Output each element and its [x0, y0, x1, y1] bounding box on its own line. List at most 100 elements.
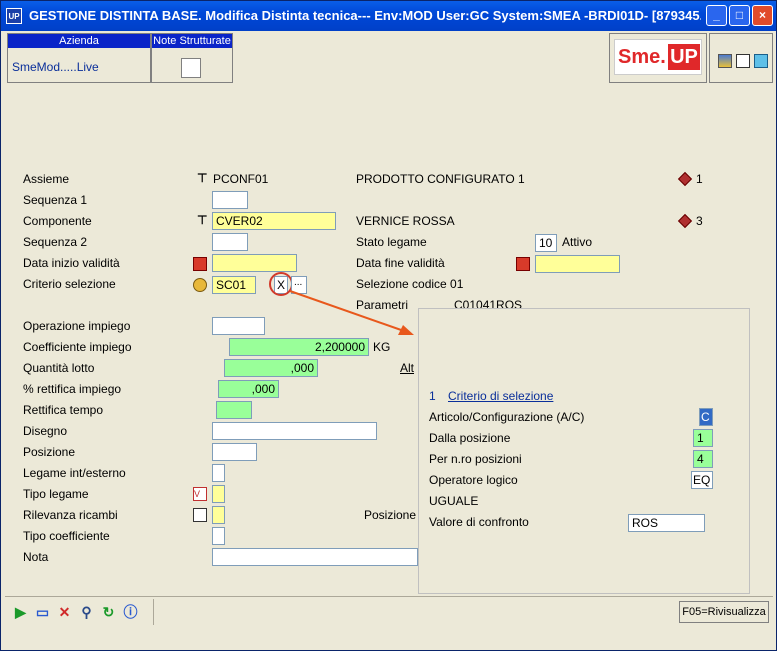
info-icon[interactable]: ⓘ: [121, 602, 140, 622]
popup-title-number: 1: [429, 389, 436, 403]
smeup-logo: Sme. UP: [614, 39, 702, 75]
data-inizio-label: Data inizio validità: [23, 256, 120, 270]
componente-description: VERNICE ROSSA: [356, 214, 455, 228]
app-icon[interactable]: UP: [6, 8, 22, 24]
stato-legame-label: Stato legame: [356, 235, 427, 249]
f05-button[interactable]: F05=Rivisualizza: [679, 601, 769, 623]
tipo-legame-label: Tipo legame: [23, 487, 89, 501]
status-divider: [153, 599, 154, 625]
tipo-coeff-label: Tipo coefficiente: [23, 529, 110, 543]
rettifica-tempo-input[interactable]: [216, 401, 252, 419]
rettifica-label: % rettifica impiego: [23, 382, 122, 396]
qta-lotto-input[interactable]: ,000: [224, 359, 318, 377]
posizione2-label: Posizione: [364, 508, 417, 522]
articolo-label: Articolo/Configurazione (A/C): [429, 410, 585, 424]
refresh-icon[interactable]: ↻: [99, 602, 118, 622]
data-fine-input[interactable]: [535, 255, 620, 273]
search-icon[interactable]: ⚲: [77, 602, 96, 622]
tools-panel: [709, 33, 773, 83]
calendar-icon[interactable]: [516, 257, 530, 271]
stato-legame-text: Attivo: [562, 235, 593, 249]
book-icon[interactable]: [754, 54, 768, 68]
pin-icon: ⊤: [197, 213, 208, 227]
title-bar[interactable]: UP GESTIONE DISTINTA BASE. Modifica Dist…: [1, 1, 776, 31]
popup-title-link[interactable]: Criterio di selezione: [448, 389, 553, 403]
disegno-input[interactable]: [212, 422, 377, 440]
disegno-label: Disegno: [23, 424, 68, 438]
logo-text-a: Sme.: [618, 46, 666, 68]
assieme-code: PCONF01: [213, 172, 269, 186]
play-icon[interactable]: ▶: [11, 602, 30, 622]
data-inizio-input[interactable]: [212, 254, 297, 272]
coeff-unit: KG: [373, 340, 391, 354]
azienda-value: SmeMod.....Live: [12, 60, 99, 74]
note-label: Note Strutturate: [152, 34, 232, 48]
criterio-label: Criterio selezione: [23, 277, 116, 291]
header-bar: Azienda SmeMod.....Live Note Strutturate…: [5, 32, 773, 85]
logo-panel: Sme. UP: [609, 33, 707, 83]
tipo-coeff-input[interactable]: [212, 527, 225, 545]
componente-qty: 3: [696, 214, 703, 228]
componente-input[interactable]: CVER02: [212, 212, 336, 230]
cube-icon[interactable]: [677, 213, 693, 229]
annotation-arrow: [289, 290, 414, 335]
dalla-label: Dalla posizione: [429, 431, 511, 445]
tipo-legame-input[interactable]: [212, 485, 225, 503]
delete-icon[interactable]: ✕: [55, 602, 74, 622]
stato-legame-input[interactable]: 10: [535, 234, 557, 252]
assieme-label: Assieme: [23, 172, 70, 186]
operazione-input[interactable]: [212, 317, 265, 335]
legame-label: Legame int/esterno: [23, 466, 126, 480]
rilevanza-label: Rilevanza ricambi: [23, 508, 118, 522]
qta-lotto-label: Quantità lotto: [23, 361, 95, 375]
monitor-icon[interactable]: [718, 54, 732, 68]
sequenza1-input[interactable]: [212, 191, 248, 209]
dalla-input[interactable]: 1: [693, 429, 713, 447]
eraser-icon[interactable]: ▭: [33, 602, 52, 622]
sequenza2-label: Sequenza 2: [23, 235, 88, 249]
valore-label: Valore di confronto: [429, 515, 529, 529]
coeff-label: Coefficiente impiego: [23, 340, 132, 354]
window-title: GESTIONE DISTINTA BASE. Modifica Distint…: [29, 8, 701, 23]
posizione-input[interactable]: [212, 443, 257, 461]
rettifica-input[interactable]: ,000: [218, 380, 279, 398]
legame-input[interactable]: [212, 464, 225, 482]
gear-icon[interactable]: [193, 278, 207, 292]
data-fine-label: Data fine validità: [356, 256, 445, 270]
sequenza2-input[interactable]: [212, 233, 248, 251]
posizione-label: Posizione: [23, 445, 76, 459]
minimize-button[interactable]: _: [706, 5, 727, 26]
main-window: UP GESTIONE DISTINTA BASE. Modifica Dist…: [0, 0, 777, 651]
tipo-legame-icon[interactable]: V: [193, 487, 207, 501]
azienda-panel: Azienda SmeMod.....Live: [7, 33, 151, 83]
operazione-label: Operazione impiego: [23, 319, 131, 333]
assieme-description: PRODOTTO CONFIGURATO 1: [356, 172, 525, 186]
maximize-button[interactable]: □: [729, 5, 750, 26]
operatore-input[interactable]: EQ: [691, 471, 713, 489]
articolo-input[interactable]: C: [699, 408, 713, 426]
valore-input[interactable]: ROS: [628, 514, 705, 532]
calendar-icon[interactable]: [193, 257, 207, 271]
rettifica-tempo-label: Rettifica tempo: [23, 403, 104, 417]
assieme-qty: 1: [696, 172, 703, 186]
operatore-label: Operatore logico: [429, 473, 518, 487]
uguale-text: UGUALE: [429, 494, 479, 508]
rilevanza-input[interactable]: [212, 506, 225, 524]
close-button[interactable]: ×: [752, 5, 773, 26]
cube-icon[interactable]: [677, 171, 693, 187]
grid-icon[interactable]: [193, 508, 207, 522]
sequenza1-label: Sequenza 1: [23, 193, 88, 207]
alt-link[interactable]: Alt: [400, 361, 414, 375]
componente-label: Componente: [23, 214, 92, 228]
status-bar: ▶ ▭ ✕ ⚲ ↻ ⓘ F05=Rivisualizza: [5, 596, 773, 626]
note-checkbox[interactable]: [181, 58, 201, 78]
criterio-popup: 1 Criterio di selezione Articolo/Configu…: [418, 308, 750, 594]
document-icon[interactable]: [736, 54, 750, 68]
nota-input[interactable]: [212, 548, 418, 566]
azienda-label: Azienda: [8, 34, 150, 48]
note-panel: Note Strutturate: [151, 33, 233, 83]
criterio-input[interactable]: SC01: [212, 276, 256, 294]
pernro-label: Per n.ro posizioni: [429, 452, 522, 466]
pin-icon: ⊤: [197, 171, 208, 185]
pernro-input[interactable]: 4: [693, 450, 713, 468]
